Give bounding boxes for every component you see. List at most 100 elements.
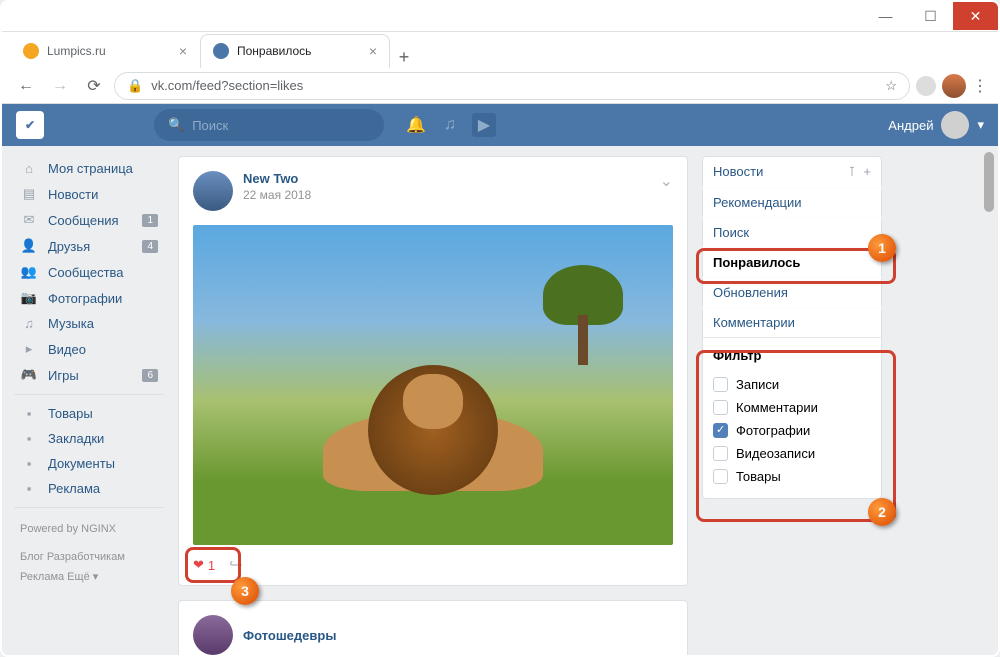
bookmark-star-icon[interactable]: ☆ bbox=[885, 78, 897, 94]
groups-icon: 👥 bbox=[20, 264, 38, 280]
close-tab-icon[interactable]: × bbox=[369, 43, 377, 59]
username: Андрей bbox=[888, 118, 933, 133]
music-icon: ♫ bbox=[20, 316, 38, 331]
profile-avatar[interactable] bbox=[942, 74, 966, 98]
nav-item[interactable]: ▪Документы bbox=[14, 451, 164, 476]
nav-item[interactable]: ▪Товары bbox=[14, 401, 164, 426]
user-menu[interactable]: Андрей ▾ bbox=[888, 111, 984, 139]
filter-option[interactable]: Фотографии bbox=[713, 419, 871, 442]
right-menu-item[interactable]: Обновления bbox=[702, 278, 882, 307]
nav-label: Сообщества bbox=[48, 265, 124, 280]
vk-header: ✔ 🔍 Поиск 🔔 ♫ ▶ Андрей ▾ bbox=[2, 104, 998, 146]
home-icon: ⌂ bbox=[20, 161, 38, 176]
tab-title: Понравилось bbox=[237, 44, 311, 58]
nav-item[interactable]: ▸ Видео bbox=[14, 336, 164, 362]
annotation-marker-2: 2 bbox=[868, 498, 896, 526]
video-icon: ▸ bbox=[20, 341, 38, 357]
post-avatar[interactable] bbox=[193, 615, 233, 655]
browser-tab-vk[interactable]: Понравилось × bbox=[200, 34, 390, 68]
close-button[interactable]: ✕ bbox=[953, 2, 998, 30]
nav-item[interactable]: 👥 Сообщества bbox=[14, 259, 164, 285]
checkbox[interactable] bbox=[713, 469, 728, 484]
checkbox[interactable] bbox=[713, 400, 728, 415]
post-avatar[interactable] bbox=[193, 171, 233, 211]
nav-label: Новости bbox=[48, 187, 98, 202]
heart-icon: ❤ bbox=[193, 557, 204, 573]
filter-option[interactable]: Записи bbox=[713, 373, 871, 396]
post-author[interactable]: New Two bbox=[243, 171, 311, 186]
address-bar[interactable]: 🔒 vk.com/feed?section=likes ☆ bbox=[114, 72, 910, 100]
friends-icon: 👤 bbox=[20, 238, 38, 254]
close-tab-icon[interactable]: × bbox=[179, 43, 187, 59]
extension-icon[interactable] bbox=[916, 76, 936, 96]
search-input[interactable]: 🔍 Поиск bbox=[154, 109, 384, 141]
menu-label: Понравилось bbox=[713, 255, 800, 270]
checkbox[interactable] bbox=[713, 423, 728, 438]
right-menu-item[interactable]: Рекомендации bbox=[702, 188, 882, 217]
plus-icon[interactable]: + bbox=[863, 164, 871, 180]
post-image[interactable] bbox=[193, 225, 673, 545]
new-tab-button[interactable]: + bbox=[390, 47, 418, 68]
nav-item[interactable]: ▪Закладки bbox=[14, 426, 164, 451]
browser-tab-lumpics[interactable]: Lumpics.ru × bbox=[10, 34, 200, 68]
nav-item[interactable]: ⌂Моя страница bbox=[14, 156, 164, 181]
favicon bbox=[213, 43, 229, 59]
like-button[interactable]: ❤ 1 bbox=[193, 557, 215, 573]
nav-item[interactable]: ✉Сообщения1 bbox=[14, 207, 164, 233]
nav-icon: ▪ bbox=[20, 406, 38, 421]
post-menu-icon[interactable]: ⌄ bbox=[660, 171, 673, 191]
news-icon: ▤ bbox=[20, 186, 38, 202]
photos-icon: 📷 bbox=[20, 290, 38, 306]
vk-logo[interactable]: ✔ bbox=[16, 111, 44, 139]
separator bbox=[14, 394, 164, 395]
checkbox[interactable] bbox=[713, 446, 728, 461]
right-menu-item[interactable]: Комментарии bbox=[702, 308, 882, 337]
badge: 1 bbox=[142, 214, 158, 227]
post-date: 22 мая 2018 bbox=[243, 188, 311, 202]
post-author[interactable]: Фотошедевры bbox=[243, 628, 336, 643]
msg-icon: ✉ bbox=[20, 212, 38, 228]
nav-item[interactable]: 👤Друзья4 bbox=[14, 233, 164, 259]
right-menu-item[interactable]: Новости⊺+ bbox=[702, 156, 882, 187]
search-placeholder: Поиск bbox=[192, 118, 228, 133]
right-menu-item[interactable]: Поиск bbox=[702, 218, 882, 247]
notifications-icon[interactable]: 🔔 bbox=[404, 113, 428, 137]
nav-item[interactable]: ▪Реклама bbox=[14, 476, 164, 501]
nav-item[interactable]: ▤ Новости bbox=[14, 181, 164, 207]
reload-button[interactable]: ⟳ bbox=[80, 72, 108, 100]
chevron-down-icon: ▾ bbox=[977, 117, 984, 133]
user-avatar bbox=[941, 111, 969, 139]
nav-label: Реклама bbox=[48, 481, 100, 496]
window-titlebar: — ☐ ✕ bbox=[2, 2, 998, 32]
maximize-button[interactable]: ☐ bbox=[908, 2, 953, 30]
filter-option[interactable]: Комментарии bbox=[713, 396, 871, 419]
forward-button[interactable]: → bbox=[46, 72, 74, 100]
filter-option[interactable]: Товары bbox=[713, 465, 871, 488]
menu-label: Комментарии bbox=[713, 315, 795, 330]
music-icon[interactable]: ♫ bbox=[438, 113, 462, 137]
nav-item[interactable]: 🎮Игры6 bbox=[14, 362, 164, 388]
scrollbar[interactable] bbox=[984, 152, 994, 212]
badge: 6 bbox=[142, 369, 158, 382]
nav-item[interactable]: 📷Фотографии bbox=[14, 285, 164, 311]
nav-item[interactable]: ♫ Музыка bbox=[14, 311, 164, 336]
back-button[interactable]: ← bbox=[12, 72, 40, 100]
checkbox[interactable] bbox=[713, 377, 728, 392]
footer-row[interactable]: Реклама Ещё ▾ bbox=[20, 568, 158, 588]
minimize-button[interactable]: — bbox=[863, 2, 908, 30]
filter-icon[interactable]: ⊺ bbox=[849, 164, 856, 180]
nav-label: Видео bbox=[48, 342, 86, 357]
footer-row[interactable]: Блог Разработчикам bbox=[20, 548, 158, 568]
separator bbox=[14, 507, 164, 508]
feed-post: New Two 22 мая 2018 ⌄ ❤ 1 ↪ 3 bbox=[178, 156, 688, 586]
like-count: 1 bbox=[208, 558, 215, 573]
right-menu-item[interactable]: Понравилось bbox=[702, 248, 882, 277]
nav-label: Музыка bbox=[48, 316, 94, 331]
annotation-marker-1: 1 bbox=[868, 234, 896, 262]
filter-block: ФильтрЗаписиКомментарииФотографииВидеоза… bbox=[702, 337, 882, 499]
share-icon[interactable]: ↪ bbox=[229, 555, 242, 575]
filter-option[interactable]: Видеозаписи bbox=[713, 442, 871, 465]
play-icon[interactable]: ▶ bbox=[472, 113, 496, 137]
browser-menu-button[interactable]: ⋮ bbox=[972, 76, 988, 96]
filter-label: Товары bbox=[736, 469, 781, 484]
